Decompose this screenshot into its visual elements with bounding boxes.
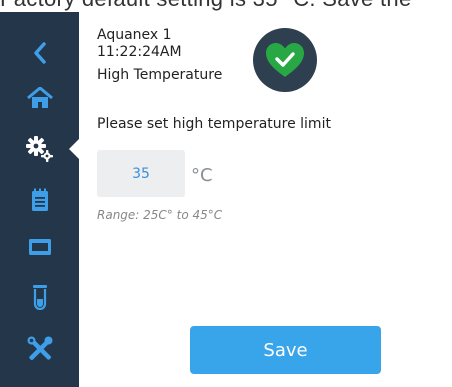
range-hint: Range: 25C° to 45°C xyxy=(97,208,223,222)
test-tube-icon xyxy=(32,285,47,310)
heart-check-icon xyxy=(266,43,304,77)
notepad-icon xyxy=(31,188,48,211)
home-icon xyxy=(26,87,53,108)
settings-gears-icon xyxy=(25,136,53,162)
nav-notepad[interactable] xyxy=(0,177,79,223)
sidebar xyxy=(0,12,79,387)
display-icon xyxy=(28,239,51,255)
status-indicator xyxy=(253,28,317,92)
back-chevron-icon xyxy=(33,42,46,64)
device-name: Aquanex 1 xyxy=(97,27,172,43)
nav-display[interactable] xyxy=(0,224,79,270)
save-button[interactable]: Save xyxy=(190,326,381,374)
device-time: 11:22:24AM xyxy=(97,44,182,60)
nav-test-tube[interactable] xyxy=(0,274,79,320)
nav-tools[interactable] xyxy=(0,326,79,372)
temperature-unit: °C xyxy=(191,165,213,186)
mode-label: High Temperature xyxy=(97,67,223,83)
prompt-text: Please set high temperature limit xyxy=(97,116,331,132)
instruction-banner-text: Factory default setting is 35 °C. Save t… xyxy=(0,0,452,12)
back-button[interactable] xyxy=(0,30,79,76)
tools-icon xyxy=(27,336,52,361)
nav-settings[interactable] xyxy=(0,126,79,172)
temperature-input[interactable] xyxy=(97,150,185,197)
nav-home[interactable] xyxy=(0,75,79,121)
active-indicator xyxy=(69,138,80,160)
